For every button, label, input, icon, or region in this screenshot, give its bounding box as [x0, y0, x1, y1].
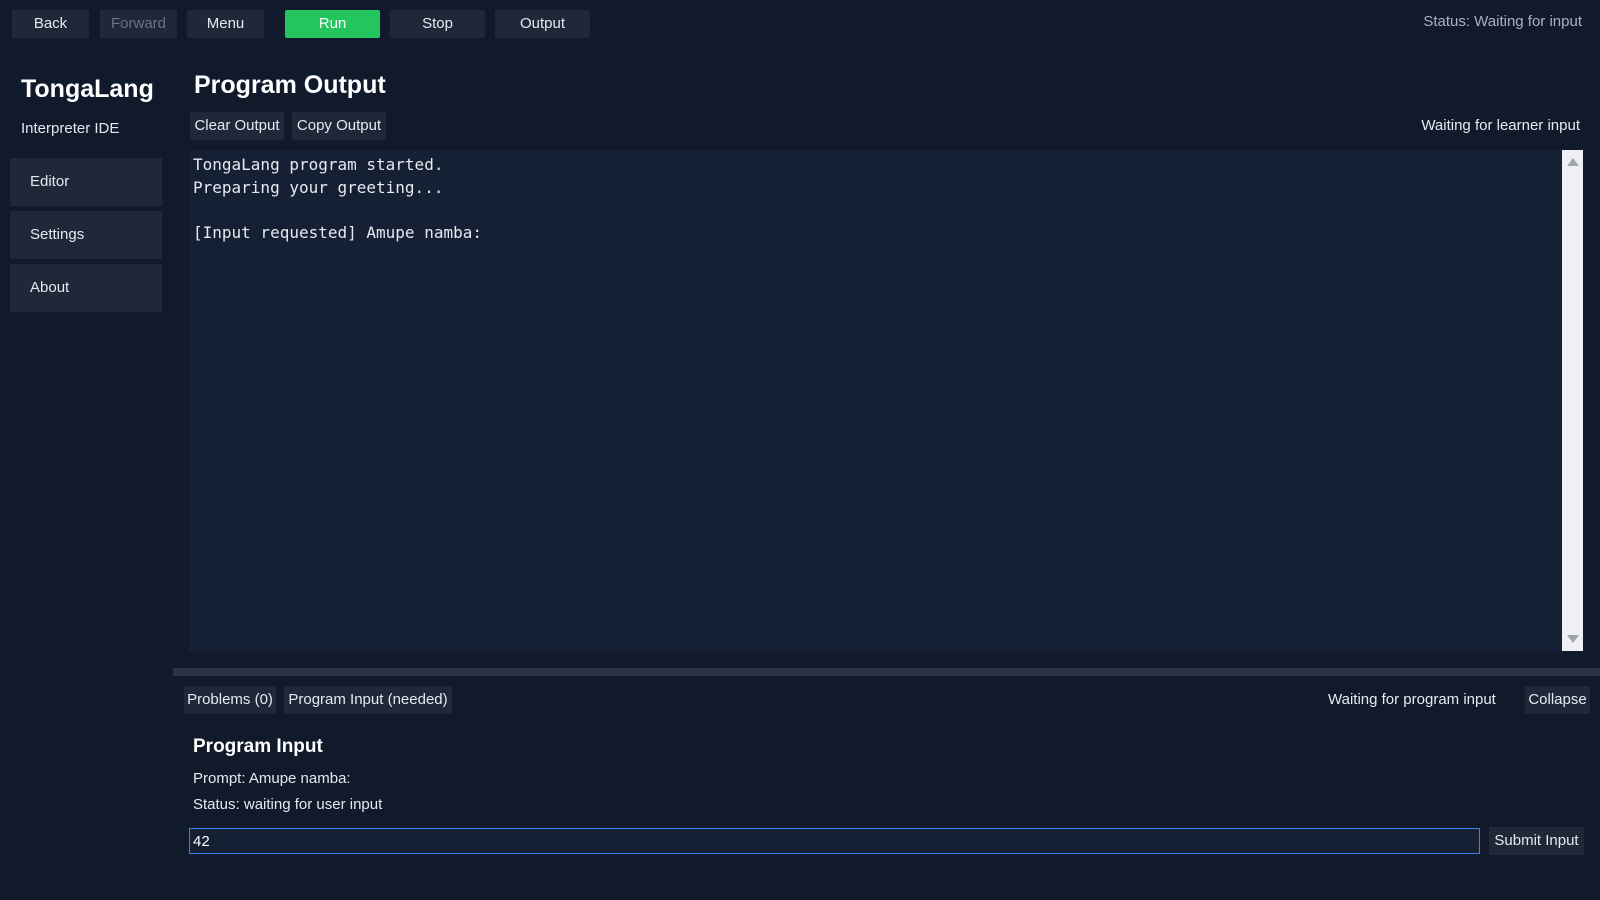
sidebar-item-editor[interactable]: Editor [10, 158, 162, 206]
app-title: TongaLang [21, 75, 154, 103]
back-button[interactable]: Back [12, 10, 89, 38]
scroll-down-icon[interactable] [1567, 635, 1579, 643]
menu-button[interactable]: Menu [187, 10, 264, 38]
output-console[interactable]: TongaLang program started. Preparing you… [189, 150, 1562, 651]
tab-program-input[interactable]: Program Input (needed) [284, 686, 452, 714]
stop-button[interactable]: Stop [390, 10, 485, 38]
submit-input-button[interactable]: Submit Input [1489, 827, 1584, 855]
app-subtitle: Interpreter IDE [21, 120, 120, 137]
program-input-title: Program Input [193, 736, 323, 757]
toolbar: Back Forward Menu Run Stop Output Status… [0, 0, 1600, 48]
program-input-status: Status: waiting for user input [193, 796, 383, 813]
output-button[interactable]: Output [495, 10, 590, 38]
output-scrollbar[interactable] [1562, 150, 1583, 651]
tab-problems[interactable]: Problems (0) [184, 686, 276, 714]
clear-output-button[interactable]: Clear Output [190, 112, 284, 140]
panel-divider[interactable] [173, 668, 1600, 676]
copy-output-button[interactable]: Copy Output [292, 112, 386, 140]
status-text: Status: Waiting for input [1423, 13, 1582, 30]
page-title: Program Output [194, 71, 386, 99]
run-button[interactable]: Run [285, 10, 380, 38]
panel-status-text: Waiting for program input [1328, 691, 1496, 708]
program-input-prompt: Prompt: Amupe namba: [193, 770, 351, 787]
collapse-button[interactable]: Collapse [1525, 686, 1590, 714]
forward-button[interactable]: Forward [100, 10, 177, 38]
output-status-text: Waiting for learner input [1421, 117, 1580, 134]
sidebar-item-about[interactable]: About [10, 264, 162, 312]
scroll-up-icon[interactable] [1567, 158, 1579, 166]
sidebar-item-settings[interactable]: Settings [10, 211, 162, 259]
program-input-field[interactable] [189, 828, 1480, 854]
